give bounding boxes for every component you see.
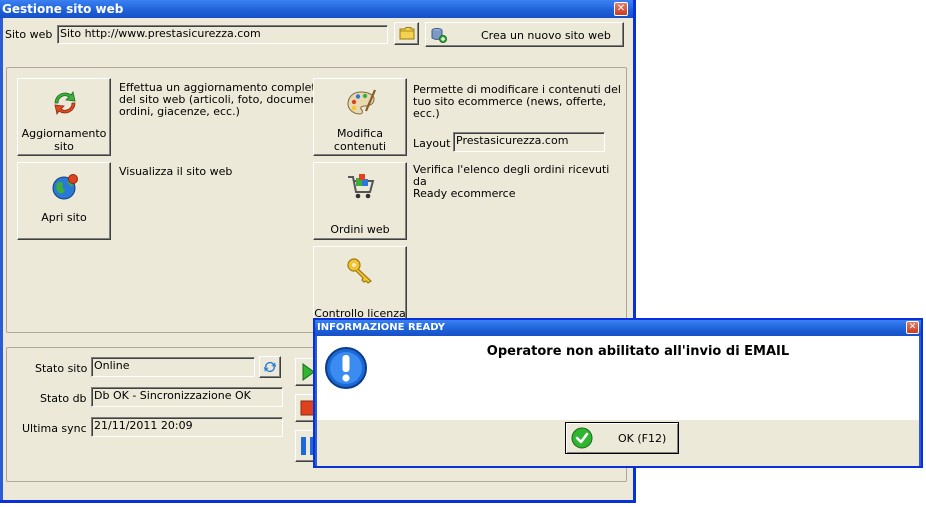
checkmark-icon xyxy=(571,427,593,449)
dialog-ok-button[interactable]: OK (F12) xyxy=(565,422,679,454)
update-site-description: Effettua un aggiornamento completo del s… xyxy=(119,81,329,118)
open-site-description: Visualizza il sito web xyxy=(119,165,233,178)
layout-field[interactable]: Prestasicurezza.com xyxy=(453,132,605,152)
edit-content-description: Permette di modificare i contenuti del t… xyxy=(413,83,621,120)
paint-palette-icon xyxy=(347,89,377,115)
open-site-label: Apri sito xyxy=(41,211,87,224)
dialog-close-button[interactable]: ✕ xyxy=(906,321,919,334)
refresh-status-button[interactable] xyxy=(259,356,281,378)
layout-label: Layout : xyxy=(413,137,458,150)
dialog-title: INFORMAZIONE READY xyxy=(315,320,921,336)
browse-folder-button[interactable] xyxy=(394,22,419,45)
new-site-button-label: Crea un nuovo sito web xyxy=(481,29,611,42)
actions-panel: Aggiornamento sito Effettua un aggiornam… xyxy=(6,67,627,333)
folder-icon xyxy=(399,27,414,40)
site-field[interactable]: Sito http://www.prestasicurezza.com xyxy=(57,25,388,44)
refresh-arrows-icon xyxy=(54,90,76,116)
database-add-icon xyxy=(431,28,447,43)
web-orders-description: Verifica l'elenco degli ordini ricevuti … xyxy=(413,163,610,200)
web-orders-button[interactable]: Ordini web xyxy=(313,162,407,240)
open-site-button[interactable]: Apri sito xyxy=(17,162,111,240)
info-dialog: INFORMAZIONE READY ✕ Operatore non abili… xyxy=(313,318,923,468)
update-site-button[interactable]: Aggiornamento sito xyxy=(17,78,111,156)
last-sync-label: Ultima sync : xyxy=(22,422,94,435)
site-label: Sito web : xyxy=(5,28,60,41)
last-sync-field: 21/11/2011 20:09 xyxy=(91,417,283,437)
globe-icon xyxy=(52,174,78,200)
window-title: Gestione sito web xyxy=(0,0,633,18)
shopping-cart-icon xyxy=(348,174,375,199)
dialog-ok-label: OK (F12) xyxy=(618,432,667,445)
new-site-button[interactable]: Crea un nuovo sito web xyxy=(425,22,624,47)
dialog-body: Operatore non abilitato all'invio di EMA… xyxy=(317,336,919,420)
refresh-icon xyxy=(264,362,276,372)
db-status-label: Stato db : xyxy=(40,392,94,405)
edit-content-label: Modifica contenuti xyxy=(333,127,387,153)
update-site-label: Aggiornamento sito xyxy=(21,127,107,153)
window-close-button[interactable]: ✕ xyxy=(614,2,628,16)
db-status-field: Db OK - Sincronizzazione OK xyxy=(91,387,283,407)
site-status-field: Online xyxy=(91,357,255,377)
dialog-message: Operatore non abilitato all'invio di EMA… xyxy=(486,344,790,359)
dialog-footer: OK (F12) xyxy=(317,420,919,466)
web-orders-label: Ordini web xyxy=(330,223,390,236)
key-icon xyxy=(347,258,372,284)
license-check-button[interactable]: Controllo licenza xyxy=(313,246,407,324)
edit-content-button[interactable]: Modifica contenuti xyxy=(313,78,407,156)
site-status-label: Stato sito : xyxy=(35,362,95,375)
